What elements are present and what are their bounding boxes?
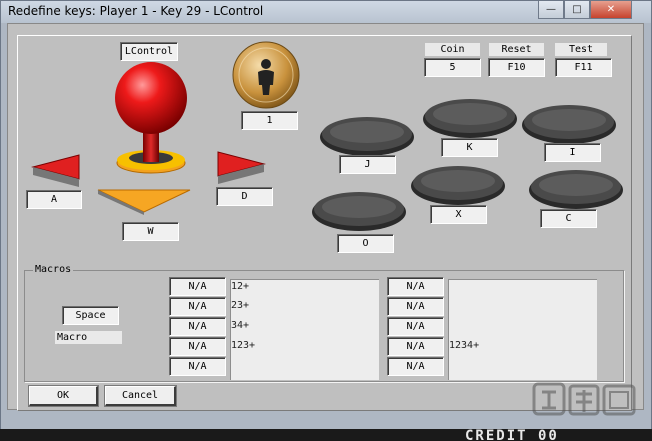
macro-label: Macro <box>55 331 122 344</box>
reset-header: Reset <box>489 43 544 56</box>
joystick-down-key-field[interactable]: W <box>122 222 179 241</box>
macro-right-slot-3[interactable]: N/A <box>387 317 444 336</box>
macro-left-list[interactable]: 12+ 23+ 34+ 123+ <box>230 279 379 380</box>
macro-right-slot-4[interactable]: N/A <box>387 337 444 356</box>
player-start-key-field[interactable]: 1 <box>241 111 298 130</box>
ok-button[interactable]: OK <box>28 385 99 407</box>
action-button-x-icon[interactable] <box>409 162 507 206</box>
action-i-key-field[interactable]: I <box>544 143 601 162</box>
macro-right-slot-2[interactable]: N/A <box>387 297 444 316</box>
action-button-c-icon[interactable] <box>527 166 625 210</box>
macro-left-list-item[interactable]: 123+ <box>231 340 255 351</box>
macro-left-slot-2[interactable]: N/A <box>169 297 226 316</box>
action-button-k-icon[interactable] <box>421 95 519 139</box>
coin-header: Coin <box>425 43 480 56</box>
joystick-left-key-field[interactable]: A <box>26 190 82 209</box>
macro-left-list-item[interactable]: 12+ <box>231 281 249 292</box>
macro-right-list-item[interactable]: 1234+ <box>449 340 479 351</box>
close-button[interactable]: ✕ <box>590 1 632 19</box>
watermark-logo-icon <box>532 382 636 416</box>
macro-right-slot-1[interactable]: N/A <box>387 277 444 296</box>
action-o-key-field[interactable]: O <box>337 234 394 253</box>
macros-title: Macros <box>33 264 74 275</box>
macro-right-list[interactable]: 1234+ <box>448 279 597 380</box>
player-start-button-icon[interactable] <box>231 40 301 110</box>
macro-left-slot-4[interactable]: N/A <box>169 337 226 356</box>
action-j-key-field[interactable]: J <box>339 155 396 174</box>
macro-trigger-key-field[interactable]: Space <box>62 306 119 325</box>
macro-left-list-item[interactable]: 34+ <box>231 320 249 331</box>
right-arrow-icon[interactable] <box>214 150 266 186</box>
macro-right-slot-5[interactable]: N/A <box>387 357 444 376</box>
title-bar[interactable]: Redefine keys: Player 1 - Key 29 - LCont… <box>1 1 651 23</box>
action-k-key-field[interactable]: K <box>441 138 498 157</box>
joystick-up-key-field[interactable]: LControl <box>120 42 178 61</box>
action-button-i-icon[interactable] <box>520 101 618 145</box>
macro-left-slot-3[interactable]: N/A <box>169 317 226 336</box>
action-x-key-field[interactable]: X <box>430 205 487 224</box>
maximize-button[interactable]: □ <box>564 1 590 19</box>
game-credit-text: CREDIT 00 <box>465 428 559 441</box>
cancel-button[interactable]: Cancel <box>104 385 177 407</box>
test-key-field[interactable]: F11 <box>555 58 612 77</box>
action-c-key-field[interactable]: C <box>540 209 597 228</box>
action-button-j-icon[interactable] <box>318 113 416 157</box>
down-arrow-icon[interactable] <box>96 188 192 216</box>
macro-left-slot-5[interactable]: N/A <box>169 357 226 376</box>
test-header: Test <box>555 43 607 56</box>
left-arrow-icon[interactable] <box>31 153 83 189</box>
coin-key-field[interactable]: 5 <box>424 58 481 77</box>
reset-key-field[interactable]: F10 <box>488 58 545 77</box>
macro-left-list-item[interactable]: 23+ <box>231 300 249 311</box>
action-button-o-icon[interactable] <box>310 188 408 232</box>
macro-left-slot-1[interactable]: N/A <box>169 277 226 296</box>
minimize-button[interactable]: — <box>538 1 564 19</box>
window-title: Redefine keys: Player 1 - Key 29 - LCont… <box>8 4 264 18</box>
joystick-right-key-field[interactable]: D <box>216 187 273 206</box>
